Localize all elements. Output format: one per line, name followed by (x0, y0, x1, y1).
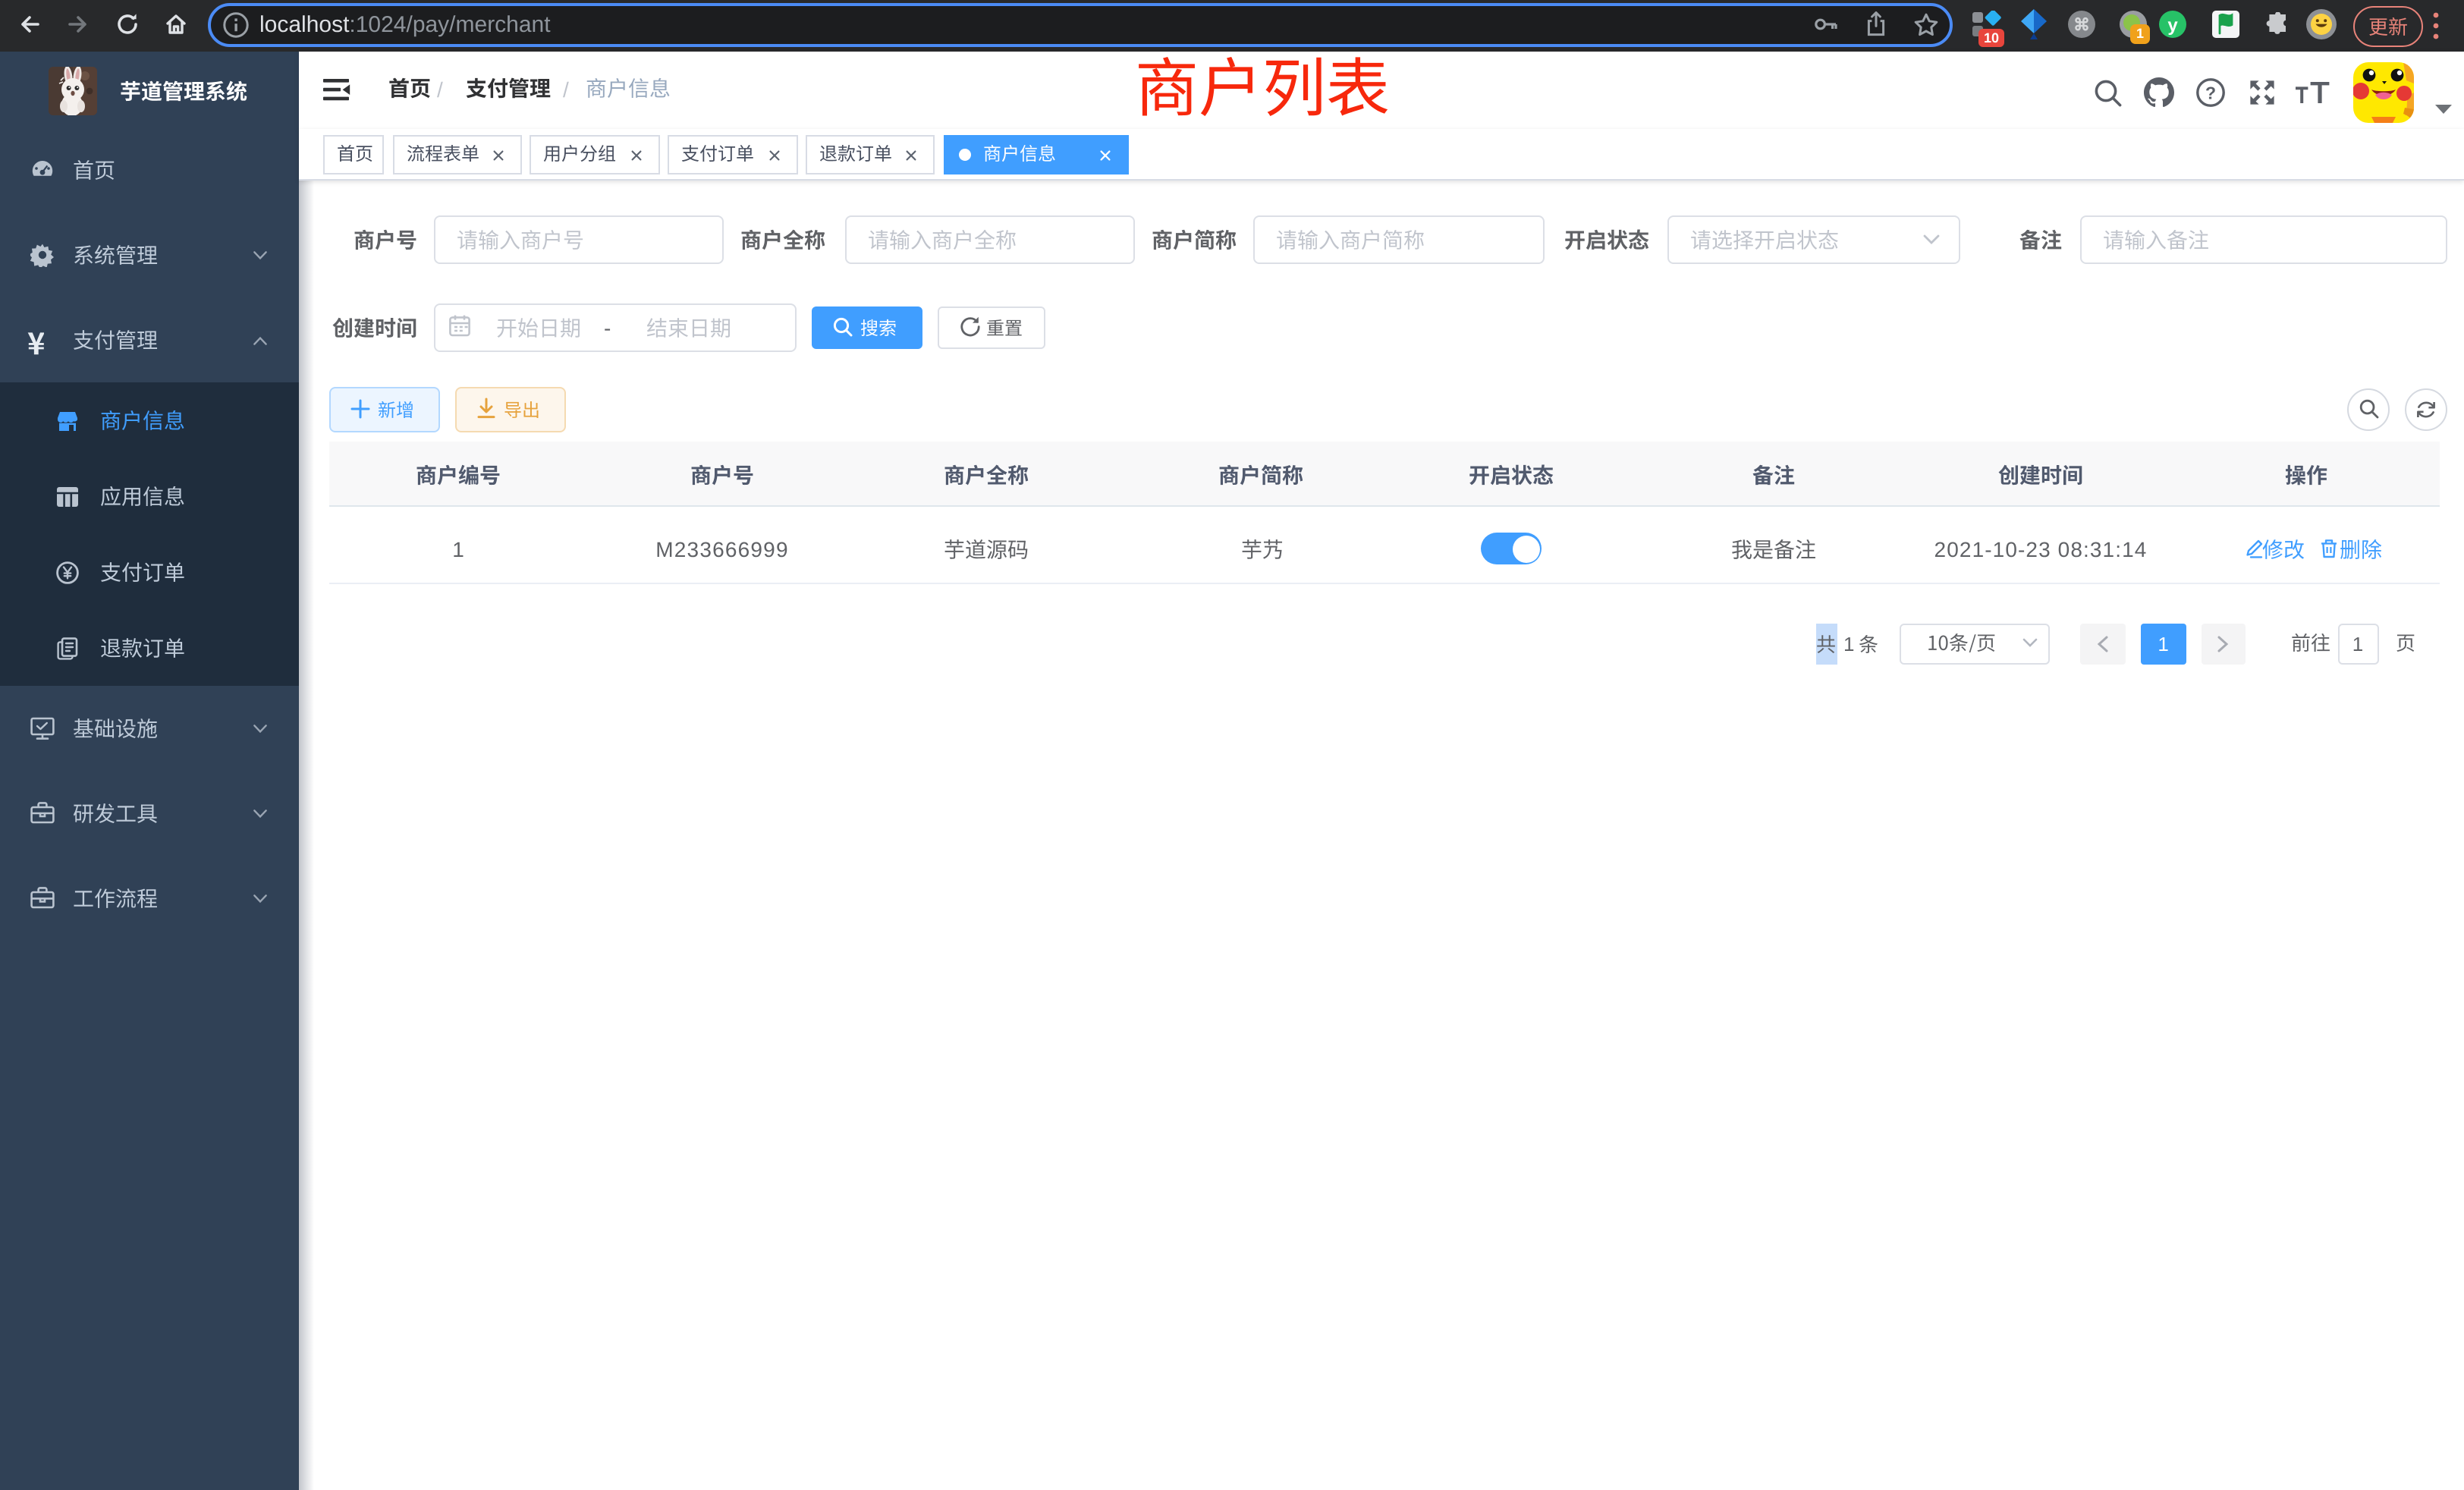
svg-text:y: y (2167, 14, 2178, 36)
svg-text:?: ? (2205, 85, 2216, 103)
svg-text:⌘: ⌘ (2073, 17, 2090, 35)
